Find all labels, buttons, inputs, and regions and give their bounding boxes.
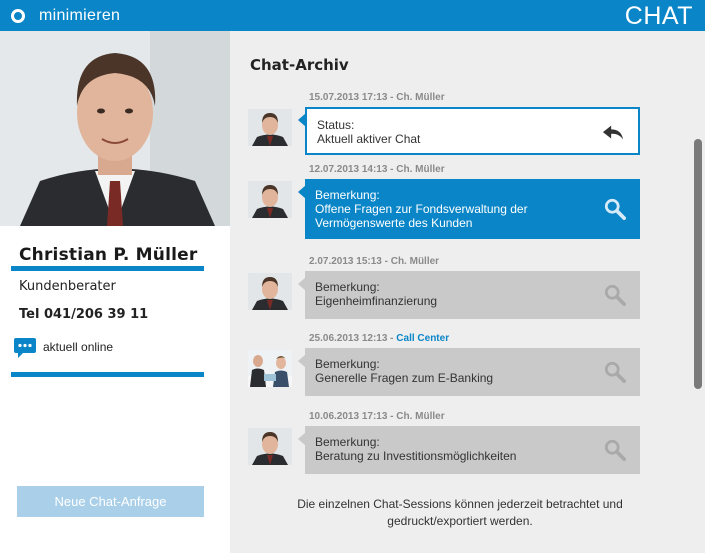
entry-meta: 25.06.2013 12:13 - Call Center (309, 333, 450, 344)
entry-box[interactable]: Bemerkung: Beratung zu Investitionsmögli… (305, 426, 640, 474)
chat-entry[interactable]: 15.07.2013 17:13 - Ch. Müller Status: Ak… (248, 92, 648, 162)
entry-label: Bemerkung: (315, 280, 380, 294)
chat-entry[interactable]: 2.07.2013 15:13 - Ch. Müller Bemerkung: … (248, 256, 648, 326)
minimize-icon[interactable] (11, 9, 25, 23)
search-icon[interactable] (604, 198, 626, 220)
reply-icon[interactable] (602, 122, 624, 144)
call-center-avatar (248, 350, 292, 387)
new-chat-button[interactable]: Neue Chat-Anfrage (17, 486, 204, 517)
call-center-link: Call Center (396, 333, 450, 344)
minimize-label[interactable]: minimieren (39, 7, 120, 25)
entry-label: Bemerkung: (315, 188, 380, 202)
chat-entry[interactable]: 10.06.2013 17:13 - Ch. Müller Bemerkung:… (248, 411, 648, 481)
entry-meta: 12.07.2013 14:13 - Ch. Müller (309, 164, 445, 175)
advisor-panel: Christian P. Müller Kundenberater Tel 04… (0, 31, 230, 553)
entry-text: Generelle Fragen zum E-Banking (315, 371, 494, 385)
chat-entry[interactable]: 12.07.2013 14:13 - Ch. Müller Bemerkung:… (248, 164, 648, 239)
entry-box[interactable]: Bemerkung: Generelle Fragen zum E-Bankin… (305, 348, 640, 396)
app-title: CHAT (624, 2, 693, 30)
advisor-name: Christian P. Müller (19, 245, 198, 265)
entry-text: Offene Fragen zur Fondsverwaltung der (315, 202, 528, 216)
entry-label: Status: (317, 118, 355, 132)
status-text: aktuell online (43, 340, 114, 354)
divider (11, 266, 204, 271)
footer-note: Die einzelnen Chat-Sessions können jeder… (297, 497, 623, 528)
advisor-avatar (248, 428, 292, 465)
entry-box[interactable]: Bemerkung: Eigenheimfinanzierung (305, 271, 640, 319)
advisor-avatar (248, 273, 292, 310)
advisor-photo (0, 31, 230, 226)
chat-entry[interactable]: 25.06.2013 12:13 - Call Center Bemerkung… (248, 333, 648, 403)
search-icon[interactable] (604, 439, 626, 461)
top-bar: minimieren CHAT (0, 0, 705, 31)
entry-box[interactable]: Status: Aktuell aktiver Chat (305, 107, 640, 155)
entry-text: Vermögenswerte des Kunden (315, 216, 473, 230)
divider (11, 372, 204, 377)
entry-meta: 15.07.2013 17:13 - Ch. Müller (309, 92, 445, 103)
entry-label: Bemerkung: (315, 435, 380, 449)
advisor-phone: Tel 041/206 39 11 (19, 307, 149, 322)
archive-title: Chat-Archiv (250, 56, 349, 74)
chat-bubble-icon (14, 338, 36, 358)
entry-label: Bemerkung: (315, 357, 380, 371)
entry-meta: 2.07.2013 15:13 - Ch. Müller (309, 256, 440, 267)
advisor-avatar (248, 181, 292, 218)
scrollbar[interactable] (694, 139, 702, 389)
entry-text: Aktuell aktiver Chat (317, 132, 421, 146)
search-icon[interactable] (604, 361, 626, 383)
chat-archive-panel: Chat-Archiv 15.07.2013 17:13 - Ch. Mülle… (230, 31, 705, 553)
entry-meta: 10.06.2013 17:13 - Ch. Müller (309, 411, 445, 422)
entry-box[interactable]: Bemerkung: Offene Fragen zur Fondsverwal… (305, 179, 640, 239)
entry-text: Beratung zu Investitionsmöglichkeiten (315, 449, 517, 463)
advisor-role: Kundenberater (19, 279, 116, 294)
search-icon[interactable] (604, 284, 626, 306)
advisor-avatar (248, 109, 292, 146)
entry-text: Eigenheimfinanzierung (315, 294, 438, 308)
